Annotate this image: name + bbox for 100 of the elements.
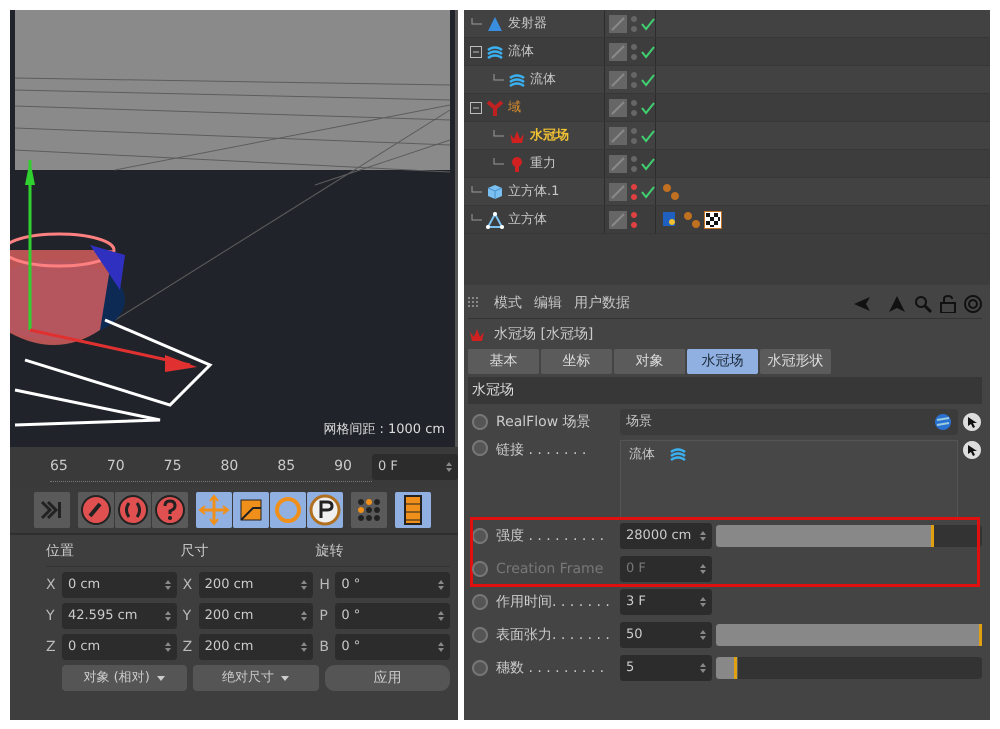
number-field[interactable]: 28000 cm — [620, 523, 712, 549]
axis-label: Y — [182, 606, 192, 626]
slider[interactable] — [716, 657, 982, 679]
layer-icon[interactable] — [609, 182, 627, 200]
stepper-icon — [301, 579, 308, 591]
frame-field[interactable]: 0 F — [372, 454, 458, 480]
column-header: 尺寸 — [180, 542, 210, 561]
fluid-object-icon — [669, 445, 687, 463]
parameter-button[interactable] — [307, 492, 343, 528]
visibility-dots-icon[interactable] — [630, 42, 638, 62]
number-field[interactable]: 3 F — [620, 589, 712, 615]
slider-thumb[interactable] — [734, 657, 738, 679]
stepper-icon — [700, 662, 706, 674]
object-name[interactable]: 发射器 — [508, 14, 547, 34]
target-icon[interactable] — [964, 294, 982, 312]
spheres-icon[interactable] — [662, 182, 680, 200]
slider[interactable] — [716, 525, 982, 547]
keyframe-radio[interactable] — [472, 440, 488, 456]
check-icon[interactable] — [641, 16, 655, 30]
check-icon[interactable] — [641, 100, 655, 114]
tab[interactable]: 基本 — [468, 349, 539, 374]
keyframe-radio[interactable] — [472, 660, 488, 676]
visibility-dots-icon[interactable] — [630, 210, 638, 230]
mode-dropdown[interactable]: 对象 (相对) — [62, 665, 188, 691]
apply-button[interactable]: 应用 — [324, 665, 450, 691]
keyframe-radio[interactable] — [472, 594, 488, 610]
checker-icon[interactable] — [704, 210, 722, 228]
collapse-icon[interactable] — [470, 102, 482, 114]
grid-spacing-label: 网格间距 : 1000 cm — [323, 420, 445, 438]
tab[interactable]: 水冠场 — [687, 349, 758, 374]
autokey-button[interactable] — [115, 492, 151, 528]
jump-end-button[interactable] — [34, 492, 70, 528]
number-field[interactable]: 0 cm — [62, 634, 177, 660]
size-mode-dropdown[interactable]: 绝对尺寸 — [193, 665, 319, 691]
lock-icon[interactable] — [940, 294, 956, 312]
frame-number: 80 — [220, 457, 238, 476]
layer-icon[interactable] — [609, 70, 627, 88]
object-name[interactable]: 立方体.1 — [508, 182, 560, 202]
layer-icon[interactable] — [609, 14, 627, 32]
help-button[interactable] — [152, 492, 188, 528]
visibility-dots-icon[interactable] — [630, 14, 638, 34]
scale-button[interactable] — [233, 492, 269, 528]
check-icon[interactable] — [641, 44, 655, 58]
object-name[interactable]: 立方体 — [508, 210, 547, 230]
search-icon[interactable] — [914, 294, 932, 312]
slider-thumb[interactable] — [979, 624, 982, 646]
number-field[interactable]: 0 ° — [335, 572, 450, 598]
menu-item[interactable]: 模式 — [494, 293, 522, 314]
link-list[interactable]: 流体 — [620, 440, 958, 518]
keyframe-radio[interactable] — [472, 414, 488, 430]
visibility-dots-icon[interactable] — [630, 98, 638, 118]
keyframe-radio[interactable] — [472, 528, 488, 544]
keyframe-radio[interactable] — [472, 627, 488, 643]
number-field[interactable]: 5 — [620, 655, 712, 681]
key-button[interactable] — [78, 492, 114, 528]
axis-label: B — [319, 638, 330, 656]
stepper-icon — [700, 530, 706, 542]
visibility-dots-icon[interactable] — [630, 154, 638, 174]
layer-icon[interactable] — [609, 154, 627, 172]
number-field[interactable]: 0 ° — [335, 603, 450, 629]
film-strip-button[interactable] — [395, 492, 431, 528]
number-field[interactable]: 200 cm — [198, 634, 314, 660]
link-field[interactable]: 场景 — [620, 409, 958, 435]
pick-cursor-icon[interactable] — [962, 440, 982, 460]
menu-item[interactable]: 编辑 — [534, 293, 562, 314]
list-item[interactable]: 流体 — [629, 445, 655, 464]
number-field[interactable]: 42.595 cm — [62, 603, 177, 629]
number-field[interactable]: 0 cm — [62, 572, 177, 598]
up-arrow-icon[interactable] — [888, 294, 906, 312]
number-field[interactable]: 0 ° — [335, 634, 450, 660]
object-name[interactable]: 水冠场 — [530, 126, 569, 146]
number-field[interactable]: 200 cm — [198, 572, 314, 598]
tab[interactable]: 对象 — [614, 349, 685, 374]
layer-icon[interactable] — [609, 126, 627, 144]
check-icon[interactable] — [641, 156, 655, 170]
tab[interactable]: 坐标 — [541, 349, 612, 374]
tab[interactable]: 水冠形状 — [760, 349, 831, 374]
visibility-dots-icon[interactable] — [630, 70, 638, 90]
number-field[interactable]: 200 cm — [198, 603, 314, 629]
object-name[interactable]: 域 — [508, 98, 521, 118]
menu-item[interactable]: 用户数据 — [574, 293, 630, 314]
layer-icon[interactable] — [609, 210, 627, 228]
collapse-icon[interactable] — [470, 46, 482, 58]
check-icon[interactable] — [641, 128, 655, 142]
layer-icon[interactable] — [609, 42, 627, 60]
object-name[interactable]: 重力 — [530, 154, 556, 174]
slider[interactable] — [716, 624, 982, 646]
object-name[interactable]: 流体 — [508, 42, 534, 62]
check-icon[interactable] — [641, 72, 655, 86]
dot-grid-button[interactable] — [351, 492, 387, 528]
object-name[interactable]: 流体 — [530, 70, 556, 90]
slider-thumb[interactable] — [931, 525, 934, 547]
visibility-dots-icon[interactable] — [630, 126, 638, 146]
visibility-dots-icon[interactable] — [630, 182, 638, 202]
check-icon[interactable] — [641, 184, 655, 198]
parameter-label: 作用时间. . . . . . . — [496, 592, 611, 612]
layer-icon[interactable] — [609, 98, 627, 116]
number-field[interactable]: 50 — [620, 622, 712, 648]
pick-cursor-icon[interactable] — [962, 412, 982, 432]
frame-number: 85 — [277, 457, 296, 476]
